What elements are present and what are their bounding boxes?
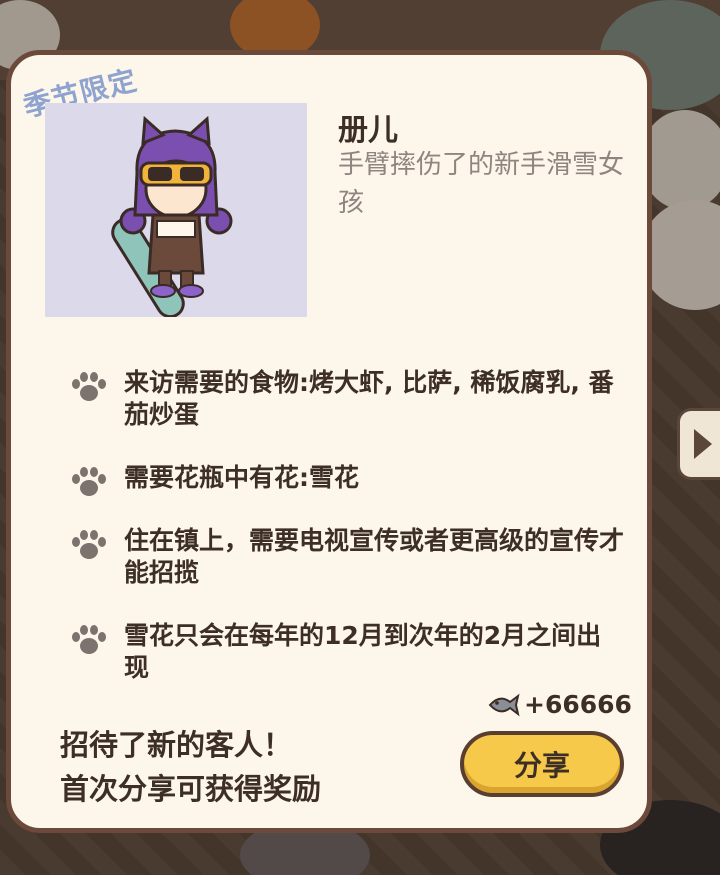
- customer-description: 手臂摔伤了的新手滑雪女孩: [338, 150, 625, 218]
- paw-icon: [72, 372, 106, 401]
- requirement-item: 住在镇上，需要电视宣传或者更高级的宣传才能招揽: [68, 525, 628, 589]
- paw-icon: [72, 625, 106, 654]
- customer-portrait: [45, 103, 307, 319]
- requirement-text: 来访需要的食物:烤大虾, 比萨, 稀饭腐乳, 番茄炒蛋: [124, 368, 614, 429]
- paw-icon: [72, 530, 106, 559]
- reward-amount: +66666: [524, 690, 632, 719]
- chevron-right-icon: [694, 429, 712, 459]
- share-button[interactable]: 分享: [460, 731, 624, 797]
- share-button-label: 分享: [513, 749, 570, 782]
- requirement-item: 需要花瓶中有花:雪花: [68, 462, 628, 498]
- next-page-button[interactable]: [677, 408, 720, 480]
- customer-name: 册儿: [338, 113, 398, 148]
- share-reward: +66666: [486, 690, 632, 719]
- fish-icon: [488, 693, 520, 716]
- paw-icon: [72, 467, 106, 496]
- requirement-item: 雪花只会在每年的12月到次年的2月之间出现: [68, 620, 628, 684]
- requirement-text: 住在镇上，需要电视宣传或者更高级的宣传才能招揽: [124, 526, 625, 587]
- message-line-1: 招待了新的客人！: [60, 728, 293, 762]
- requirement-text: 需要花瓶中有花:雪花: [124, 463, 359, 492]
- requirement-item: 来访需要的食物:烤大虾, 比萨, 稀饭腐乳, 番茄炒蛋: [68, 367, 628, 431]
- requirement-text: 雪花只会在每年的12月到次年的2月之间出现: [124, 621, 602, 682]
- customer-illustration: [111, 115, 233, 319]
- message-line-2: 首次分享可获得奖励: [60, 772, 322, 806]
